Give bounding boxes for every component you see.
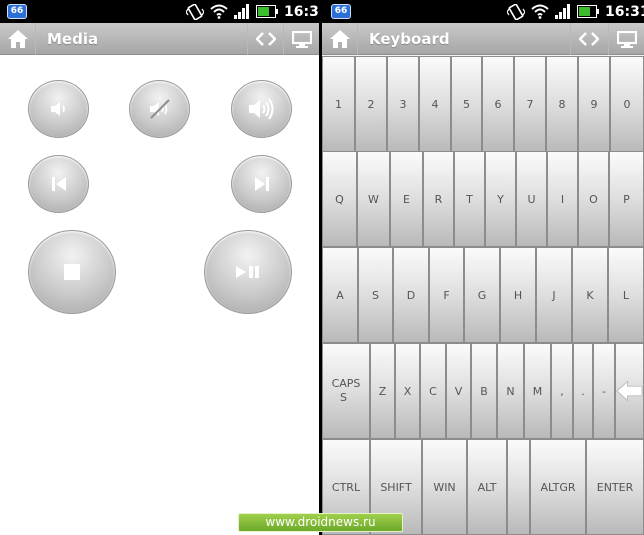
keyboard-screen: 66 16:31 Keyboard 1234567890 QWERTYUIOP AS… (322, 0, 644, 535)
volume-down-button[interactable] (28, 80, 89, 138)
key-3[interactable]: 3 (387, 56, 419, 152)
screen-button[interactable] (283, 23, 319, 55)
battery-icon (256, 5, 278, 18)
volume-up-button[interactable] (231, 80, 292, 138)
key-space[interactable] (507, 439, 530, 535)
notification-badge: 66 (331, 4, 351, 19)
key-p[interactable]: P (609, 151, 644, 247)
key-backspace[interactable] (615, 343, 644, 439)
skip-previous-icon (51, 177, 66, 191)
key-a[interactable]: A (322, 247, 358, 343)
wifi-icon (531, 4, 549, 19)
home-button[interactable] (322, 23, 358, 55)
page-title: Media (47, 30, 99, 48)
key-1[interactable]: 1 (322, 56, 355, 152)
vibrate-icon (507, 3, 525, 20)
stop-icon (64, 264, 80, 280)
mute-button[interactable] (129, 80, 190, 138)
play-pause-button[interactable] (204, 230, 292, 314)
key-i[interactable]: I (547, 151, 578, 247)
code-toggle-button[interactable] (570, 23, 606, 55)
key-win[interactable]: WIN (422, 439, 467, 535)
key-b[interactable]: B (471, 343, 497, 439)
key-7[interactable]: 7 (514, 56, 546, 152)
key-d[interactable]: D (393, 247, 429, 343)
home-icon (7, 30, 28, 48)
key-6[interactable]: 6 (482, 56, 514, 152)
watermark: www.droidnews.ru (238, 513, 403, 532)
app-bar: Keyboard (322, 23, 644, 55)
notification-badge: 66 (7, 4, 27, 19)
key-q[interactable]: Q (322, 151, 357, 247)
home-icon (329, 30, 350, 48)
key-n[interactable]: N (497, 343, 524, 439)
previous-track-button[interactable] (28, 155, 89, 213)
volume-up-icon (248, 98, 273, 120)
key-caps[interactable]: CAPS S (322, 343, 370, 439)
clock: 16:31 (605, 3, 644, 20)
signal-icon (555, 4, 570, 19)
code-brackets-icon (255, 32, 276, 46)
wifi-icon (210, 4, 228, 19)
key-2[interactable]: 2 (355, 56, 387, 152)
key-r[interactable]: R (423, 151, 454, 247)
key-alt[interactable]: ALT (467, 439, 507, 535)
key-e[interactable]: E (390, 151, 423, 247)
stop-button[interactable] (28, 230, 116, 314)
key-label: CAPS (331, 377, 361, 390)
backspace-arrow-icon (616, 380, 643, 402)
key-o[interactable]: O (578, 151, 609, 247)
key-altgr[interactable]: ALTGR (530, 439, 586, 535)
monitor-icon (616, 30, 637, 48)
keyboard: 1 2 3 4 5 6 7 8 9 0 Q W E R T Y U I O P A S D F G H J K L CAPS S Z X C V B N… (322, 56, 644, 535)
home-button[interactable] (0, 23, 36, 55)
key-w[interactable]: W (357, 151, 390, 247)
code-brackets-icon (578, 32, 599, 46)
status-bar: 66 16:31 (322, 0, 644, 23)
key-5[interactable]: 5 (451, 56, 482, 152)
key-dash[interactable]: - (593, 343, 615, 439)
key-v[interactable]: V (446, 343, 471, 439)
mute-icon (149, 99, 170, 119)
play-pause-icon (236, 266, 259, 278)
key-4[interactable]: 4 (419, 56, 451, 152)
volume-down-icon (50, 102, 65, 116)
key-z[interactable]: Z (370, 343, 395, 439)
key-x[interactable]: X (395, 343, 420, 439)
status-bar: 66 16:31 (0, 0, 319, 23)
app-bar: Media (0, 23, 319, 55)
page-title: Keyboard (369, 30, 450, 48)
monitor-icon (291, 30, 312, 48)
key-j[interactable]: J (536, 247, 572, 343)
media-screen: 66 16:31 Media (0, 0, 319, 535)
key-8[interactable]: 8 (546, 56, 578, 152)
key-u[interactable]: U (516, 151, 547, 247)
skip-next-icon (254, 177, 269, 191)
key-h[interactable]: H (500, 247, 536, 343)
battery-icon (577, 5, 599, 18)
key-s[interactable]: S (358, 247, 393, 343)
key-comma[interactable]: , (551, 343, 573, 439)
vibrate-icon (186, 3, 204, 20)
screen-button[interactable] (608, 23, 644, 55)
key-g[interactable]: G (464, 247, 500, 343)
key-y[interactable]: Y (485, 151, 516, 247)
signal-icon (234, 4, 249, 19)
key-0[interactable]: 0 (610, 56, 644, 152)
key-l[interactable]: L (608, 247, 644, 343)
key-9[interactable]: 9 (578, 56, 610, 152)
key-enter[interactable]: ENTER (586, 439, 644, 535)
key-m[interactable]: M (524, 343, 551, 439)
code-toggle-button[interactable] (247, 23, 283, 55)
clock: 16:31 (284, 3, 319, 20)
key-t[interactable]: T (454, 151, 485, 247)
key-k[interactable]: K (572, 247, 608, 343)
key-f[interactable]: F (429, 247, 464, 343)
next-track-button[interactable] (231, 155, 292, 213)
key-period[interactable]: . (573, 343, 593, 439)
key-c[interactable]: C (420, 343, 446, 439)
